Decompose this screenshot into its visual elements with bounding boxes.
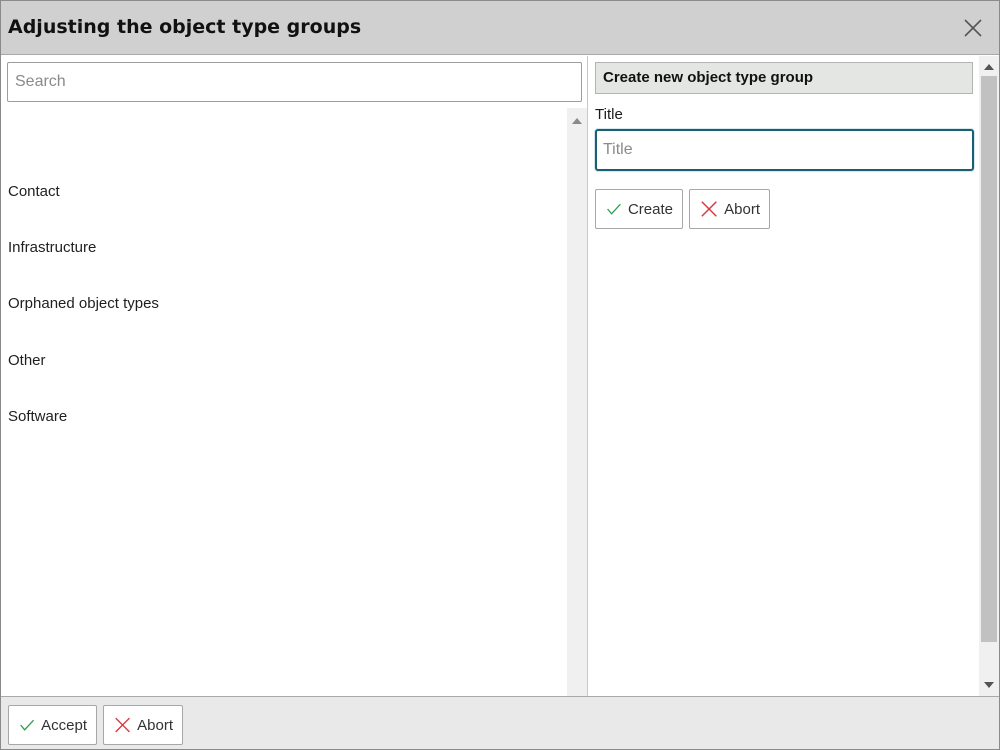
abort-create-button-label: Abort [724,200,760,218]
checkmark-icon [607,203,621,215]
dialog-titlebar: Adjusting the object type groups [1,1,999,55]
list-item-other[interactable]: Other [8,350,46,372]
panel-scrollbar[interactable] [979,56,999,696]
checkmark-icon [20,719,35,731]
scroll-up-icon[interactable] [984,64,994,70]
close-icon[interactable] [963,18,983,38]
create-group-header: Create new object type group [595,62,973,94]
dialog-title: Adjusting the object type groups [8,16,362,38]
dialog-footer: Accept Abort [1,696,999,749]
list-item-infrastructure[interactable]: Infrastructure [8,237,96,259]
list-scrollbar[interactable] [567,108,587,696]
title-input[interactable] [595,129,974,171]
list-item-contact[interactable]: Contact [8,181,60,203]
accept-button-label: Accept [41,716,87,734]
cross-icon [701,201,717,217]
abort-button[interactable]: Abort [103,705,183,745]
accept-button[interactable]: Accept [8,705,97,745]
create-group-panel: Create new object type group Title Creat… [589,56,979,696]
create-button[interactable]: Create [595,189,683,229]
abort-create-button[interactable]: Abort [689,189,770,229]
list-item-software[interactable]: Software [8,406,67,428]
cross-icon [115,717,130,733]
abort-button-label: Abort [137,716,173,734]
scroll-down-icon[interactable] [984,682,994,688]
scrollbar-thumb[interactable] [981,76,997,642]
title-label: Title [595,106,623,123]
scroll-up-icon[interactable] [572,118,582,124]
list-item-orphaned-object-types[interactable]: Orphaned object types [8,293,159,315]
search-input[interactable] [7,62,582,102]
create-button-label: Create [627,200,673,218]
group-list-pane: Contact Infrastructure Orphaned object t… [1,56,588,696]
group-list: Contact Infrastructure Orphaned object t… [1,108,567,696]
object-type-groups-dialog: Adjusting the object type groups Contact… [0,0,1000,750]
